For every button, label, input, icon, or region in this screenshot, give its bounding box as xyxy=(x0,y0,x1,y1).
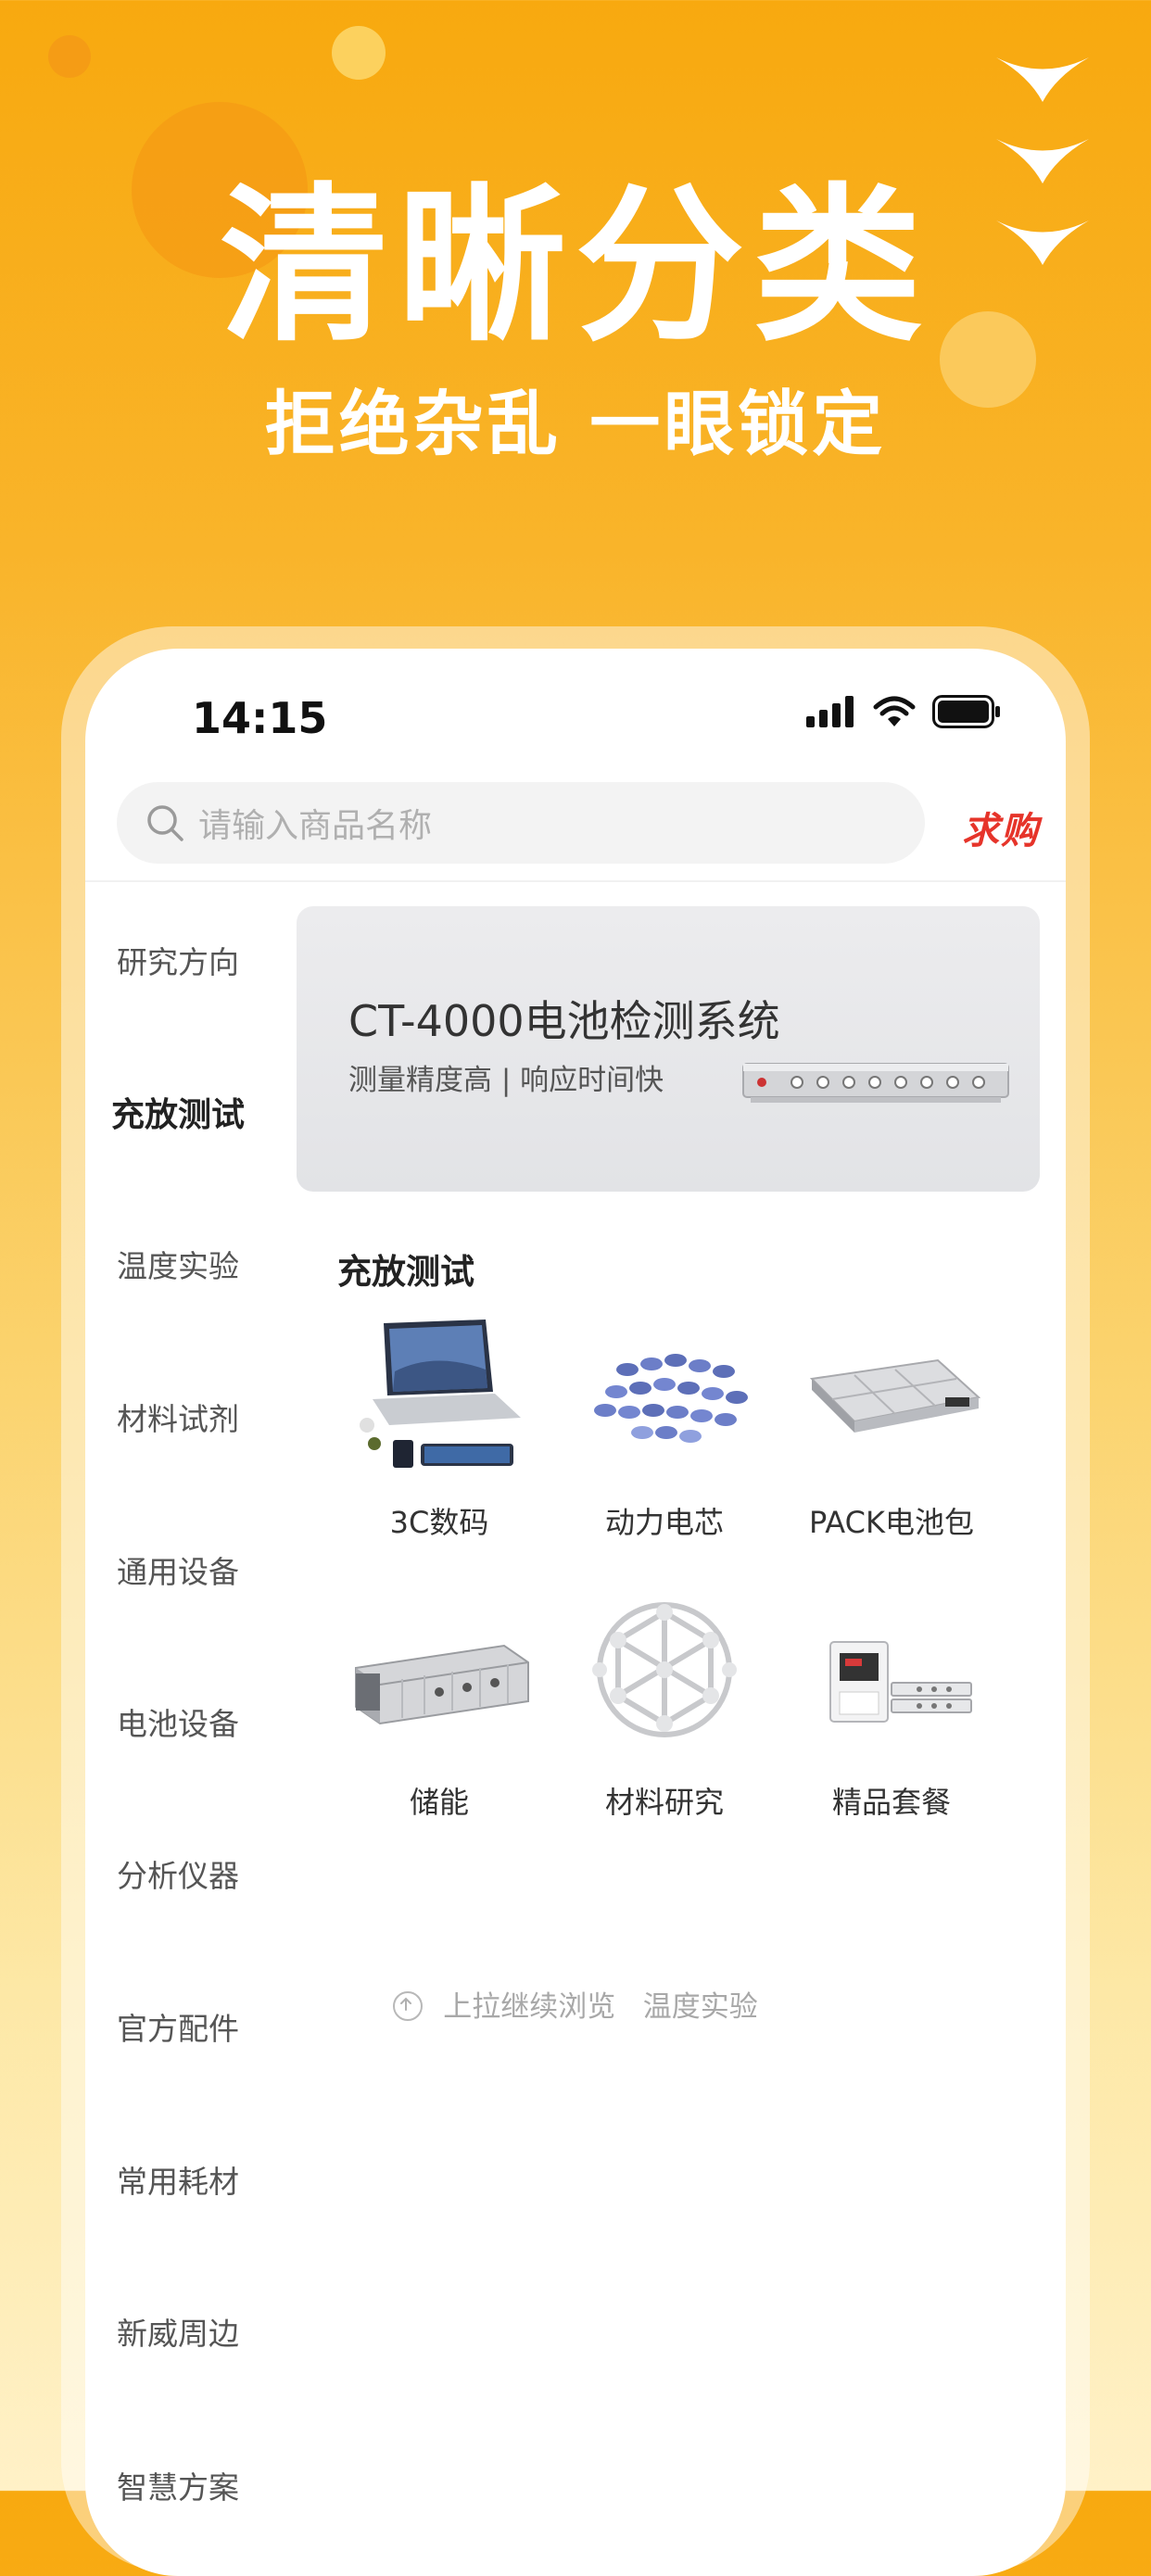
category-pack-battery[interactable]: PACK电池包 xyxy=(780,1314,1003,1542)
laptop-tablet-phone-icon xyxy=(360,1320,521,1468)
sidebar-item-label: 分析仪器 xyxy=(117,1858,239,1894)
decor-circle xyxy=(332,26,386,80)
category-label: 精品套餐 xyxy=(831,1785,951,1820)
cellular-signal-icon xyxy=(806,696,854,727)
battery-tester-device-icon xyxy=(742,1063,1009,1103)
battery-cells-icon xyxy=(594,1354,748,1443)
sidebar-item-label: 新威周边 xyxy=(117,2316,239,2352)
section-title: 充放测试 xyxy=(337,1252,474,1292)
sidebar-item-consumables[interactable]: 常用耗材 xyxy=(85,2157,271,2202)
sidebar-item-analyzers[interactable]: 分析仪器 xyxy=(85,1851,271,1896)
decor-circle xyxy=(48,35,91,78)
sidebar-item-charge-discharge[interactable]: 充放测试 xyxy=(85,1088,271,1140)
sidebar-item-temperature[interactable]: 温度实验 xyxy=(85,1242,271,1286)
search-bar[interactable]: 请输入商品名称 xyxy=(117,782,925,864)
category-label: 3C数码 xyxy=(389,1505,489,1540)
sidebar-item-research[interactable]: 研究方向 xyxy=(85,938,271,982)
banner-subtitle: 测量精度高 | 响应时间快 xyxy=(348,1064,664,1097)
hero-subtitle: 拒绝杂乱 一眼锁定 xyxy=(264,383,887,465)
category-label: 材料研究 xyxy=(604,1785,724,1820)
sidebar-item-merch[interactable]: 新威周边 xyxy=(85,2309,271,2354)
category-label: PACK电池包 xyxy=(809,1505,974,1540)
sidebar-item-label: 充放测试 xyxy=(110,1088,246,1140)
sidebar-item-label: 智慧方案 xyxy=(117,2469,239,2506)
wifi-icon xyxy=(873,696,916,726)
sidebar-item-label: 通用设备 xyxy=(117,1554,239,1590)
pull-up-hint[interactable]: 上拉继续浏览 温度实验 xyxy=(85,1983,1066,2025)
energy-storage-container-icon xyxy=(355,1644,529,1725)
hero-title: 清晰分类 xyxy=(220,168,931,364)
molecule-structure-icon xyxy=(592,1602,737,1737)
instrument-bundle-icon xyxy=(829,1641,972,1723)
status-time: 14:15 xyxy=(192,693,328,743)
sidebar-item-materials[interactable]: 材料试剂 xyxy=(85,1395,271,1439)
battery-icon xyxy=(932,695,1000,728)
sidebar-item-general-equipment[interactable]: 通用设备 xyxy=(85,1547,271,1592)
pull-hint-text: 上拉继续浏览 xyxy=(443,1990,616,2024)
sidebar-item-label: 电池设备 xyxy=(117,1706,239,1742)
divider xyxy=(85,880,1066,882)
promo-banner[interactable]: CT-4000电池检测系统 测量精度高 | 响应时间快 xyxy=(297,906,1040,1192)
battery-pack-icon xyxy=(809,1358,981,1433)
category-premium-bundle[interactable]: 精品套餐 xyxy=(780,1594,1003,1822)
category-3c-digital[interactable]: 3C数码 xyxy=(328,1314,550,1542)
sidebar-item-label: 常用耗材 xyxy=(117,2164,239,2200)
sidebar-item-battery-equipment[interactable]: 电池设备 xyxy=(85,1699,271,1744)
pull-hint-next: 温度实验 xyxy=(642,1990,758,2024)
category-label: 储能 xyxy=(409,1785,469,1820)
want-to-buy-button[interactable]: 求购 xyxy=(962,801,1040,854)
status-icons xyxy=(806,695,1001,728)
sidebar-item-label: 温度实验 xyxy=(117,1248,239,1284)
search-placeholder: 请输入商品名称 xyxy=(198,807,433,845)
sidebar-item-label: 研究方向 xyxy=(117,944,239,980)
phone-screen: 14:15 请输入商品名称 求购 研究方向 充放测试 温度实验 材料试剂 通用设 xyxy=(85,649,1066,2576)
sidebar-item-smart-solutions[interactable]: 智慧方案 xyxy=(85,2463,271,2507)
search-icon xyxy=(147,805,183,841)
category-power-cells[interactable]: 动力电芯 xyxy=(553,1314,776,1542)
category-energy-storage[interactable]: 储能 xyxy=(328,1594,550,1822)
sidebar-item-label: 材料试剂 xyxy=(117,1401,239,1437)
banner-title: CT-4000电池检测系统 xyxy=(348,996,780,1046)
arrow-up-circle-icon xyxy=(393,1990,424,2021)
category-label: 动力电芯 xyxy=(604,1505,724,1540)
category-materials-research[interactable]: 材料研究 xyxy=(553,1594,776,1822)
